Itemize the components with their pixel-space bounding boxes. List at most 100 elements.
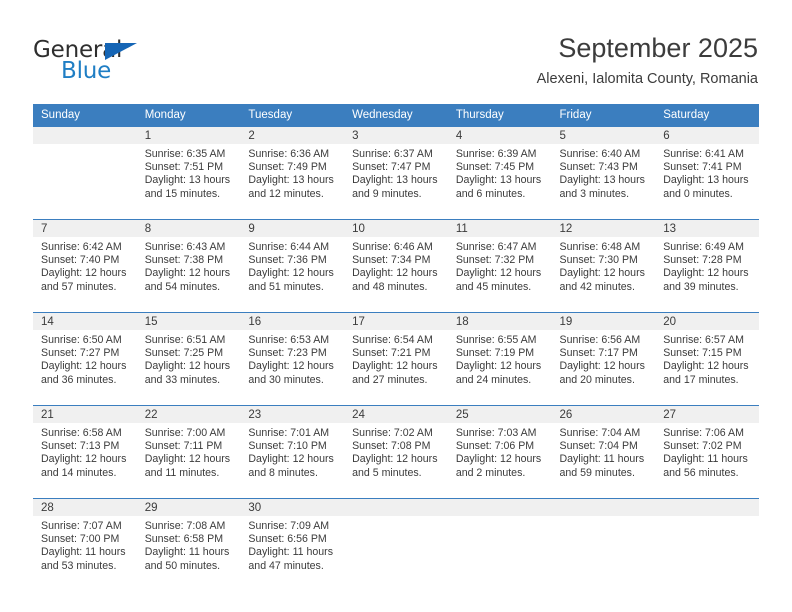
day-cell[interactable]: 10 Sunrise: 6:46 AM Sunset: 7:34 PM Dayligh…: [344, 220, 448, 301]
weekday-header-friday: Friday: [559, 109, 592, 121]
day-cell[interactable]: 12 Sunrise: 6:48 AM Sunset: 7:30 PM Dayligh…: [551, 220, 656, 301]
day-cell[interactable]: 14 Sunrise: 6:50 AM Sunset: 7:27 PM Dayligh…: [33, 313, 137, 394]
day-cell[interactable]: 9 Sunrise: 6:44 AM Sunset: 7:36 PM Daylight…: [240, 220, 345, 301]
day-number: [551, 499, 656, 516]
day-number: 1: [136, 127, 241, 144]
day-number: [655, 499, 759, 516]
sunset-text: Sunset: 7:27 PM: [41, 347, 120, 360]
day-cell[interactable]: 24 Sunrise: 7:02 AM Sunset: 7:08 PM Dayligh…: [344, 406, 448, 487]
day-cell[interactable]: 19 Sunrise: 6:56 AM Sunset: 7:17 PM Dayligh…: [551, 313, 656, 394]
day-cell[interactable]: 15 Sunrise: 6:51 AM Sunset: 7:25 PM Dayligh…: [136, 313, 241, 394]
day-cell[interactable]: 11 Sunrise: 6:47 AM Sunset: 7:32 PM Dayligh…: [447, 220, 552, 301]
day-details: Sunrise: 6:39 AM Sunset: 7:45 PM Daylight:…: [448, 144, 552, 208]
day-cell[interactable]: 29 Sunrise: 7:08 AM Sunset: 6:58 PM Dayligh…: [136, 499, 241, 580]
daylight-text-line1: Daylight: 11 hours: [144, 546, 230, 559]
daylight-text-line2: and 15 minutes.: [144, 187, 221, 200]
day-cell[interactable]: 6 Sunrise: 6:41 AM Sunset: 7:41 PM Daylight…: [655, 127, 759, 208]
day-cell[interactable]: 25 Sunrise: 7:03 AM Sunset: 7:06 PM Dayligh…: [447, 406, 552, 487]
day-cell[interactable]: 17 Sunrise: 6:54 AM Sunset: 7:21 PM Dayligh…: [344, 313, 448, 394]
sunset-text: Sunset: 7:02 PM: [663, 440, 742, 453]
day-cell[interactable]: 18 Sunrise: 6:55 AM Sunset: 7:19 PM Dayligh…: [447, 313, 552, 394]
sunset-text: Sunset: 6:58 PM: [144, 533, 224, 546]
sunrise-text: Sunrise: 7:01 AM: [248, 427, 330, 439]
sunrise-text: Sunrise: 7:06 AM: [663, 427, 744, 439]
sunrise-text: Sunrise: 6:46 AM: [352, 241, 433, 253]
sunrise-text: Sunrise: 6:47 AM: [455, 241, 537, 253]
sunrise-text: Sunrise: 6:43 AM: [144, 241, 226, 253]
sunrise-text: Sunrise: 7:03 AM: [455, 427, 537, 439]
day-cell[interactable]: 1 Sunrise: 6:35 AM Sunset: 7:51 PM Daylight…: [136, 127, 241, 208]
daylight-text-line1: Daylight: 13 hours: [144, 174, 231, 187]
sunset-text: Sunset: 7:04 PM: [559, 440, 638, 453]
day-details: Sunrise: 6:50 AM Sunset: 7:27 PM Daylight:…: [33, 330, 137, 394]
daylight-text-line2: and 27 minutes.: [352, 373, 428, 386]
daylight-text-line1: Daylight: 12 hours: [559, 360, 645, 373]
day-cell[interactable]: 22 Sunrise: 7:00 AM Sunset: 7:11 PM Dayligh…: [136, 406, 241, 487]
week-spacer: [33, 208, 759, 219]
sunset-text: Sunset: 7:15 PM: [663, 347, 742, 360]
day-cell[interactable]: 7 Sunrise: 6:42 AM Sunset: 7:40 PM Daylight…: [33, 220, 137, 301]
daylight-text-line2: and 57 minutes.: [41, 280, 117, 293]
sunset-text: Sunset: 7:17 PM: [559, 347, 638, 360]
daylight-text-line1: Daylight: 12 hours: [41, 453, 127, 466]
week-spacer: [33, 301, 759, 312]
day-number: 11: [447, 220, 552, 237]
day-cell[interactable]: 21 Sunrise: 6:58 AM Sunset: 7:13 PM Dayligh…: [33, 406, 137, 487]
day-details: Sunrise: 7:00 AM Sunset: 7:11 PM Daylight:…: [137, 423, 241, 487]
day-cell[interactable]: 5 Sunrise: 6:40 AM Sunset: 7:43 PM Daylight…: [551, 127, 656, 208]
daylight-text-line2: and 33 minutes.: [144, 373, 221, 386]
day-cell[interactable]: 30 Sunrise: 7:09 AM Sunset: 6:56 PM Dayligh…: [240, 499, 345, 580]
day-details: Sunrise: 7:07 AM Sunset: 7:00 PM Daylight:…: [33, 516, 137, 580]
daylight-text-line2: and 12 minutes.: [248, 187, 324, 200]
sunrise-text: Sunrise: 6:58 AM: [41, 427, 122, 439]
day-cell[interactable]: 20 Sunrise: 6:57 AM Sunset: 7:15 PM Dayligh…: [655, 313, 759, 394]
sunset-text: Sunset: 7:47 PM: [352, 161, 431, 174]
day-details: Sunrise: 6:36 AM Sunset: 7:49 PM Daylight:…: [240, 144, 344, 208]
day-number: 13: [655, 220, 759, 237]
day-cell[interactable]: 23 Sunrise: 7:01 AM Sunset: 7:10 PM Dayligh…: [240, 406, 345, 487]
daylight-text-line2: and 36 minutes.: [41, 373, 117, 386]
day-number: 18: [447, 313, 552, 330]
day-number: 4: [447, 127, 552, 144]
daylight-text-line2: and 59 minutes.: [559, 466, 635, 479]
day-cell[interactable]: 16 Sunrise: 6:53 AM Sunset: 7:23 PM Dayligh…: [240, 313, 345, 394]
day-number: 20: [655, 313, 759, 330]
sunrise-text: Sunrise: 6:36 AM: [248, 148, 330, 160]
day-cell[interactable]: 8 Sunrise: 6:43 AM Sunset: 7:38 PM Daylight…: [136, 220, 241, 301]
day-number: 2: [240, 127, 345, 144]
daylight-text-line2: and 42 minutes.: [559, 280, 635, 293]
daylight-text-line1: Daylight: 12 hours: [352, 453, 438, 466]
day-cell[interactable]: 26 Sunrise: 7:04 AM Sunset: 7:04 PM Dayligh…: [551, 406, 656, 487]
day-cell[interactable]: 4 Sunrise: 6:39 AM Sunset: 7:45 PM Daylight…: [447, 127, 552, 208]
day-cell[interactable]: 28 Sunrise: 7:07 AM Sunset: 7:00 PM Dayligh…: [33, 499, 137, 580]
day-details: Sunrise: 7:04 AM Sunset: 7:04 PM Daylight:…: [552, 423, 656, 487]
sunset-text: Sunset: 7:41 PM: [663, 161, 742, 174]
sunset-text: Sunset: 7:10 PM: [248, 440, 327, 453]
day-cell[interactable]: 13 Sunrise: 6:49 AM Sunset: 7:28 PM Dayligh…: [655, 220, 759, 301]
day-number: 9: [240, 220, 345, 237]
daylight-text-line1: Daylight: 12 hours: [41, 267, 127, 280]
daylight-text-line1: Daylight: 13 hours: [663, 174, 749, 187]
daylight-text-line1: Daylight: 12 hours: [248, 360, 334, 373]
sunrise-text: Sunrise: 6:37 AM: [352, 148, 433, 160]
sunrise-text: Sunrise: 7:07 AM: [41, 520, 122, 532]
day-details: [33, 144, 137, 208]
daylight-text-line1: Daylight: 13 hours: [455, 174, 542, 187]
day-details: Sunrise: 6:53 AM Sunset: 7:23 PM Daylight:…: [240, 330, 344, 394]
daylight-text-line1: Daylight: 12 hours: [144, 360, 231, 373]
day-cell[interactable]: 27 Sunrise: 7:06 AM Sunset: 7:02 PM Dayligh…: [655, 406, 759, 487]
day-number: 5: [551, 127, 656, 144]
day-number: 3: [344, 127, 448, 144]
sunset-text: Sunset: 7:28 PM: [663, 254, 742, 267]
day-number: [344, 499, 448, 516]
day-cell[interactable]: 3 Sunrise: 6:37 AM Sunset: 7:47 PM Daylight…: [344, 127, 448, 208]
sunset-text: Sunset: 7:32 PM: [455, 254, 535, 267]
daylight-text-line1: Daylight: 12 hours: [559, 267, 645, 280]
day-number: 17: [344, 313, 448, 330]
day-cell-empty: [344, 499, 448, 580]
daylight-text-line1: Daylight: 12 hours: [352, 360, 438, 373]
daylight-text-line2: and 47 minutes.: [248, 559, 324, 572]
page-header: General Blue September 2025 Alexeni, Ial…: [0, 0, 792, 100]
daylight-text-line2: and 24 minutes.: [455, 373, 532, 386]
day-cell[interactable]: 2 Sunrise: 6:36 AM Sunset: 7:49 PM Daylight…: [240, 127, 345, 208]
